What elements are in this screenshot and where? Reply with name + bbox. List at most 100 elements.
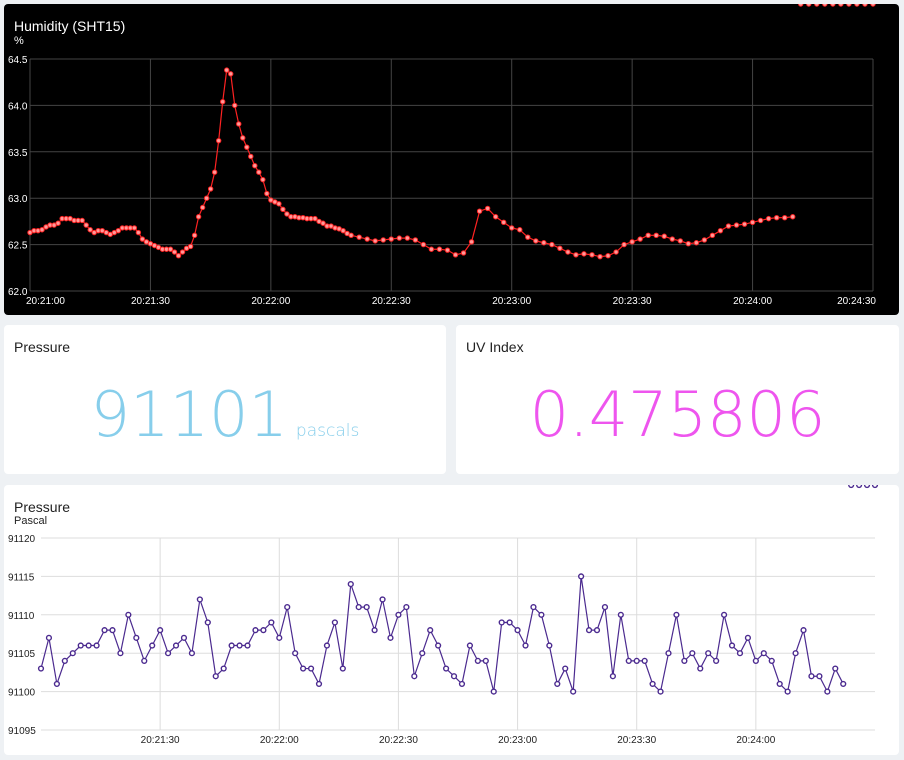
data-point: [276, 201, 282, 207]
data-point: [808, 673, 815, 680]
data-point: [744, 634, 752, 641]
data-point: [776, 680, 783, 688]
data-point: [39, 227, 45, 233]
data-point: [53, 680, 60, 688]
data-point: [637, 236, 643, 242]
data-point: [164, 650, 172, 657]
data-point: [581, 251, 587, 257]
data-point: [629, 239, 635, 245]
data-point: [733, 222, 740, 228]
data-point: [484, 205, 491, 212]
data-point: [720, 611, 728, 618]
data-point: [609, 673, 616, 680]
x-tick-label: 20:23:30: [613, 296, 652, 307]
data-point: [172, 642, 180, 649]
data-point: [677, 238, 684, 244]
data-point: [380, 237, 386, 243]
data-point: [236, 121, 242, 127]
data-point: [180, 634, 188, 641]
pressure-value-unit: pascals: [295, 421, 360, 441]
data-point: [816, 673, 823, 680]
data-point: [565, 249, 571, 255]
data-point: [649, 680, 656, 688]
data-point: [264, 190, 270, 197]
data-point: [260, 627, 267, 634]
y-tick-label: 91100: [8, 688, 36, 699]
series-line: [29, 68, 793, 258]
data-point: [757, 217, 764, 224]
uv-index-card: UV Index 0.475806: [456, 325, 899, 474]
data-point: [149, 642, 156, 649]
data-point: [573, 252, 579, 258]
series-line: [40, 576, 844, 694]
data-point: [617, 611, 624, 618]
data-point: [856, 485, 863, 489]
data-point: [689, 650, 696, 657]
data-point: [196, 596, 203, 603]
data-point: [838, 4, 844, 7]
data-point: [625, 657, 632, 664]
data-point: [705, 650, 712, 657]
data-point: [525, 234, 531, 240]
data-point: [605, 253, 611, 259]
data-point: [339, 665, 346, 672]
pressure-chart: 91095 91100 91105 91110 91115 91120 20:21:30 20…: [8, 485, 879, 746]
data-point: [871, 485, 879, 489]
data-point: [139, 236, 146, 242]
data-point: [669, 236, 675, 242]
data-point: [765, 215, 772, 222]
data-point: [412, 237, 419, 243]
data-point: [436, 246, 443, 252]
data-point: [240, 135, 246, 141]
x-tick-label: 20:23:00: [492, 296, 531, 307]
data-point: [411, 673, 418, 680]
data-point: [117, 650, 124, 657]
data-point: [633, 657, 640, 664]
x-tick-label: 20:21:00: [26, 296, 65, 307]
data-point: [741, 221, 748, 227]
data-point: [85, 642, 92, 649]
x-tick-label: 20:22:00: [251, 296, 290, 307]
y-tick-label: 91110: [8, 611, 35, 622]
data-point: [395, 611, 402, 618]
data-point: [252, 163, 258, 169]
data-point: [83, 222, 89, 228]
data-point: [736, 650, 744, 657]
data-point: [822, 4, 828, 7]
data-point: [87, 227, 93, 233]
data-point: [300, 665, 307, 672]
data-point: [215, 137, 222, 144]
data-point: [228, 642, 235, 649]
data-point: [244, 144, 250, 150]
data-point: [613, 249, 619, 255]
data-point: [549, 241, 555, 248]
data-point: [109, 627, 116, 634]
data-point: [244, 642, 251, 649]
data-point: [830, 4, 836, 7]
data-point: [55, 220, 61, 226]
data-point: [784, 688, 791, 695]
data-point: [492, 214, 499, 220]
data-point: [69, 650, 76, 657]
data-point: [435, 642, 442, 649]
y-tick-label: 62.5: [8, 241, 28, 252]
data-point: [419, 650, 426, 657]
data-point: [546, 642, 553, 649]
data-point: [601, 604, 609, 611]
data-point: [37, 665, 45, 672]
data-point: [474, 657, 481, 664]
data-point: [256, 169, 262, 175]
data-point: [800, 627, 807, 634]
data-point: [725, 223, 732, 229]
data-point: [135, 229, 142, 236]
data-point: [248, 153, 254, 160]
data-point: [312, 215, 318, 222]
data-point: [347, 580, 354, 588]
data-point: [187, 243, 194, 250]
data-point: [498, 619, 505, 626]
data-point: [372, 238, 378, 244]
data-point: [685, 240, 692, 247]
uv-index-value: 0.475806: [529, 378, 826, 451]
data-point: [673, 611, 680, 618]
data-point: [211, 169, 218, 175]
